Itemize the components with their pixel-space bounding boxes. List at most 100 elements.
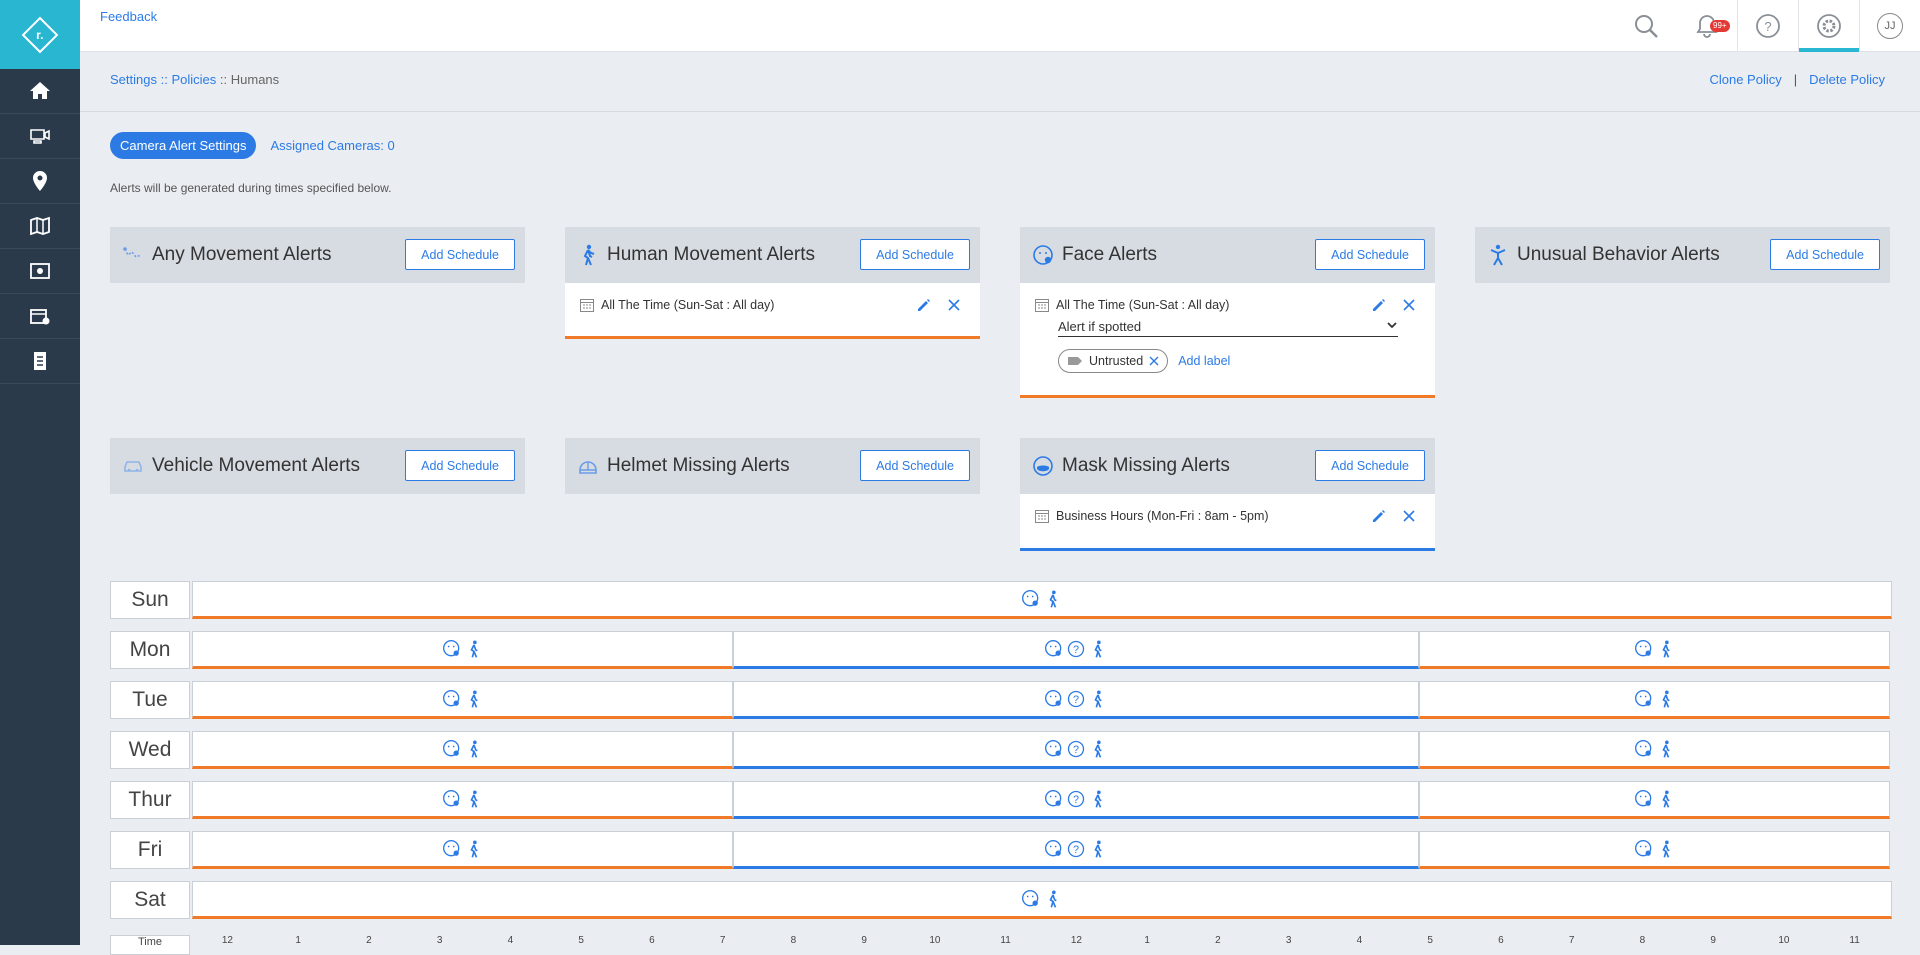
walking-person-icon (1661, 640, 1670, 658)
add-schedule-button[interactable]: Add Schedule (1770, 239, 1880, 270)
day-label: Thur (110, 781, 190, 819)
add-label-link[interactable]: Add label (1178, 354, 1230, 368)
schedule-segment[interactable]: ? (733, 781, 1419, 819)
notifications-button[interactable]: 99+ (1676, 0, 1737, 52)
face-icon (1634, 840, 1651, 857)
timeline-row: Tue? (110, 681, 1890, 719)
user-menu-button[interactable]: JJ (1859, 0, 1920, 52)
top-bar: Feedback 99+ ? JJ (80, 0, 1920, 52)
tab-assigned-cameras[interactable]: Assigned Cameras: 0 (270, 138, 394, 153)
schedule-segment[interactable] (192, 781, 733, 819)
schedule-segment[interactable]: ? (733, 631, 1419, 669)
walking-person-icon (1049, 890, 1057, 908)
walking-person-icon (1661, 740, 1670, 758)
clone-policy-link[interactable]: Clone Policy (1709, 72, 1781, 87)
close-icon[interactable] (946, 297, 962, 313)
hour-tick: 1 (295, 935, 301, 946)
car-icon (124, 461, 142, 472)
schedule-segment[interactable]: ? (733, 681, 1419, 719)
face-icon (442, 790, 459, 807)
pencil-icon[interactable] (1371, 508, 1387, 524)
sub-header: Settings :: Policies :: Humans Clone Pol… (80, 52, 1920, 112)
delete-policy-link[interactable]: Delete Policy (1809, 72, 1885, 87)
app-logo[interactable]: r. (0, 0, 80, 69)
face-alerts-card: Face Alerts Add Schedule All The Time (Su… (1020, 227, 1435, 398)
movement-path-icon (123, 247, 142, 258)
walking-person-icon (469, 690, 478, 708)
face-icon (1045, 690, 1062, 707)
nav-home[interactable] (0, 69, 80, 114)
add-schedule-button[interactable]: Add Schedule (1315, 450, 1425, 481)
day-label: Mon (110, 631, 190, 669)
nav-cameras[interactable] (0, 114, 80, 159)
schedule-segment[interactable] (192, 581, 1892, 619)
hour-tick: 11 (1849, 935, 1860, 946)
pencil-icon[interactable] (1371, 297, 1387, 313)
hour-tick: 6 (1498, 935, 1504, 946)
nav-map[interactable] (0, 204, 80, 249)
schedule-segment[interactable] (192, 881, 1892, 919)
schedule-segment[interactable] (1419, 731, 1890, 769)
face-icon (1634, 640, 1651, 657)
walking-person-icon (469, 740, 478, 758)
add-schedule-button[interactable]: Add Schedule (860, 450, 970, 481)
helmet-missing-alerts-card: Helmet Missing Alerts Add Schedule (565, 438, 980, 494)
schedule-segment[interactable] (192, 631, 733, 669)
hour-tick: 4 (507, 935, 514, 946)
schedule-segment[interactable] (192, 731, 733, 769)
add-schedule-button[interactable]: Add Schedule (1315, 239, 1425, 270)
add-schedule-button[interactable]: Add Schedule (860, 239, 970, 270)
schedule-segment[interactable] (192, 681, 733, 719)
schedule-segment[interactable] (1419, 631, 1890, 669)
action-separator: | (1793, 72, 1798, 87)
schedule-item: Business Hours (Mon-Fri : 8am - 5pm) (1020, 494, 1435, 551)
schedule-label: All The Time (Sun-Sat : All day) (601, 298, 775, 312)
face-icon (1022, 890, 1039, 907)
nav-reports[interactable] (0, 339, 80, 384)
add-schedule-button[interactable]: Add Schedule (405, 239, 515, 270)
hour-tick: 7 (719, 935, 726, 946)
walking-person-icon (1094, 740, 1102, 758)
close-icon[interactable] (1401, 297, 1417, 313)
nav-video-wall[interactable] (0, 249, 80, 294)
nav-video-settings[interactable] (0, 294, 80, 339)
help-icon: ? (1756, 14, 1780, 38)
breadcrumb-policies[interactable]: Policies (171, 72, 216, 87)
schedule-segment[interactable]: ? (733, 731, 1419, 769)
hour-tick: 8 (790, 935, 797, 946)
add-schedule-button[interactable]: Add Schedule (405, 450, 515, 481)
face-icon (1634, 740, 1651, 757)
calendar-icon (1035, 299, 1049, 312)
schedule-segment[interactable] (1419, 681, 1890, 719)
nav-locations[interactable] (0, 159, 80, 204)
feedback-link[interactable]: Feedback (100, 9, 157, 24)
search-icon (1634, 15, 1658, 38)
schedule-segment[interactable] (192, 831, 733, 869)
schedule-segment[interactable] (1419, 781, 1890, 819)
settings-button[interactable] (1798, 0, 1859, 52)
help-button[interactable]: ? (1737, 0, 1798, 52)
face-icon (1045, 790, 1062, 807)
mask-icon: ? (1067, 790, 1085, 808)
mask-icon: ? (1067, 640, 1085, 658)
face-icon (1634, 690, 1651, 707)
vehicle-movement-alerts-card: Vehicle Movement Alerts Add Schedule (110, 438, 525, 494)
avatar: JJ (1877, 13, 1903, 39)
tab-camera-alert-settings[interactable]: Camera Alert Settings (110, 132, 257, 159)
schedule-segment[interactable]: ? (733, 831, 1419, 869)
face-icon (1022, 590, 1039, 607)
mask-icon: ? (1067, 690, 1085, 708)
search-button[interactable] (1615, 0, 1676, 52)
breadcrumb-settings[interactable]: Settings (110, 72, 157, 87)
walking-person-icon (469, 840, 478, 858)
alert-condition-select[interactable]: Alert if spotted (1058, 319, 1398, 337)
pencil-icon[interactable] (916, 297, 932, 313)
mask-missing-alerts-card: Mask Missing Alerts Add Schedule Business… (1020, 438, 1435, 551)
close-icon[interactable] (1149, 356, 1159, 366)
schedule-segment[interactable] (1419, 831, 1890, 869)
hour-tick: 3 (436, 935, 443, 946)
close-icon[interactable] (1401, 508, 1417, 524)
walking-person-icon (1661, 690, 1670, 708)
timeline-row: Fri? (110, 831, 1890, 869)
calendar-icon (580, 299, 594, 312)
